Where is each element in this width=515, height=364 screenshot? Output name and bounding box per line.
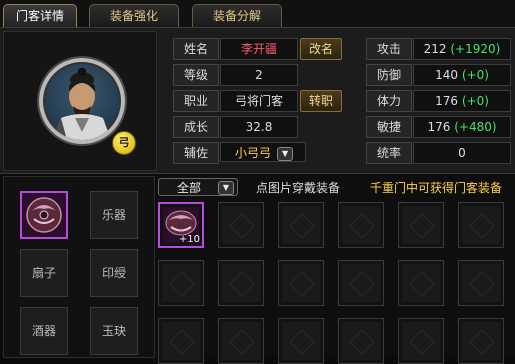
ornament-icon [26,197,62,233]
equipment-bag: 全部 ▼ 点图片穿戴装备 千重门中可获得门客装备 +10 [156,176,515,364]
bag-slot[interactable] [278,260,324,306]
bag-slot[interactable] [398,202,444,248]
chevron-down-icon[interactable]: ▼ [277,146,294,161]
change-class-button[interactable]: 转职 [300,90,342,112]
name-label: 姓名 [173,38,219,60]
category-fan[interactable]: 扇子 [20,249,68,297]
tab-decompose[interactable]: 装备分解 [192,4,282,27]
bag-slot[interactable] [158,318,204,364]
class-label: 职业 [173,90,219,112]
bag-slot[interactable] [458,318,504,364]
category-seal-ribbon[interactable]: 印绶 [90,249,138,297]
avatar [39,58,125,144]
bag-slot[interactable] [278,318,324,364]
portrait-frame: 弓 [3,31,157,171]
category-jade-ring[interactable]: 玉玦 [90,307,138,355]
category-weapon-slot[interactable] [20,191,68,239]
assist-value: 小弓弓 [235,146,272,160]
rename-button[interactable]: 改名 [300,38,342,60]
bag-slot[interactable] [218,260,264,306]
assist-select[interactable]: 小弓弓 ▼ [220,142,306,162]
stat-value: 176 (+480) [413,116,511,138]
growth-label: 成长 [173,116,219,138]
bag-slot[interactable] [338,202,384,248]
source-hint: 千重门中可获得门客装备 [370,181,503,195]
stat-value: 176 (+0) [413,90,511,112]
level-value: 2 [220,64,298,86]
tab-bar: 门客详情 装备强化 装备分解 [0,0,515,27]
stat-label: 防御 [366,64,412,86]
class-badge-bow-icon: 弓 [112,131,136,155]
level-label: 等级 [173,64,219,86]
category-wine-vessel[interactable]: 酒器 [20,307,68,355]
stat-value: 0 [413,142,511,164]
stat-label: 体力 [366,90,412,112]
bag-slot[interactable] [458,202,504,248]
bag-slot[interactable] [398,260,444,306]
bag-slot-item[interactable]: +10 [158,202,204,248]
name-value: 李开疆 [220,38,298,60]
bag-slot[interactable] [458,260,504,306]
stat-value: 212 (+1920) [413,38,511,60]
bag-slot[interactable] [218,202,264,248]
bag-slot[interactable] [158,260,204,306]
wear-hint: 点图片穿戴装备 [256,181,341,195]
stat-label: 敏捷 [366,116,412,138]
info-panel: 弓 姓名 李开疆 改名 等级 2 职业 弓将门客 转职 成长 32.8 辅佐 小… [0,27,515,174]
growth-value: 32.8 [220,116,298,138]
equipment-category-panel: 乐器 扇子 印绶 酒器 玉玦 [3,176,155,358]
stat-label: 攻击 [366,38,412,60]
tab-enhance[interactable]: 装备强化 [89,4,179,27]
bag-slot[interactable] [398,318,444,364]
bag-slot[interactable] [338,260,384,306]
bag-slot[interactable] [338,318,384,364]
filter-dropdown[interactable]: 全部 ▼ [158,178,238,196]
category-instrument[interactable]: 乐器 [90,191,138,239]
stat-value: 140 (+0) [413,64,511,86]
bag-slot[interactable] [278,202,324,248]
class-value: 弓将门客 [220,90,298,112]
filter-value: 全部 [177,181,202,195]
character-portrait-icon [53,68,111,140]
assist-label: 辅佐 [173,142,219,164]
tab-details[interactable]: 门客详情 [3,4,77,27]
chevron-down-icon[interactable]: ▼ [218,181,234,195]
bag-slot[interactable] [218,318,264,364]
item-level: +10 [178,234,200,245]
stat-label: 统率 [366,142,412,164]
